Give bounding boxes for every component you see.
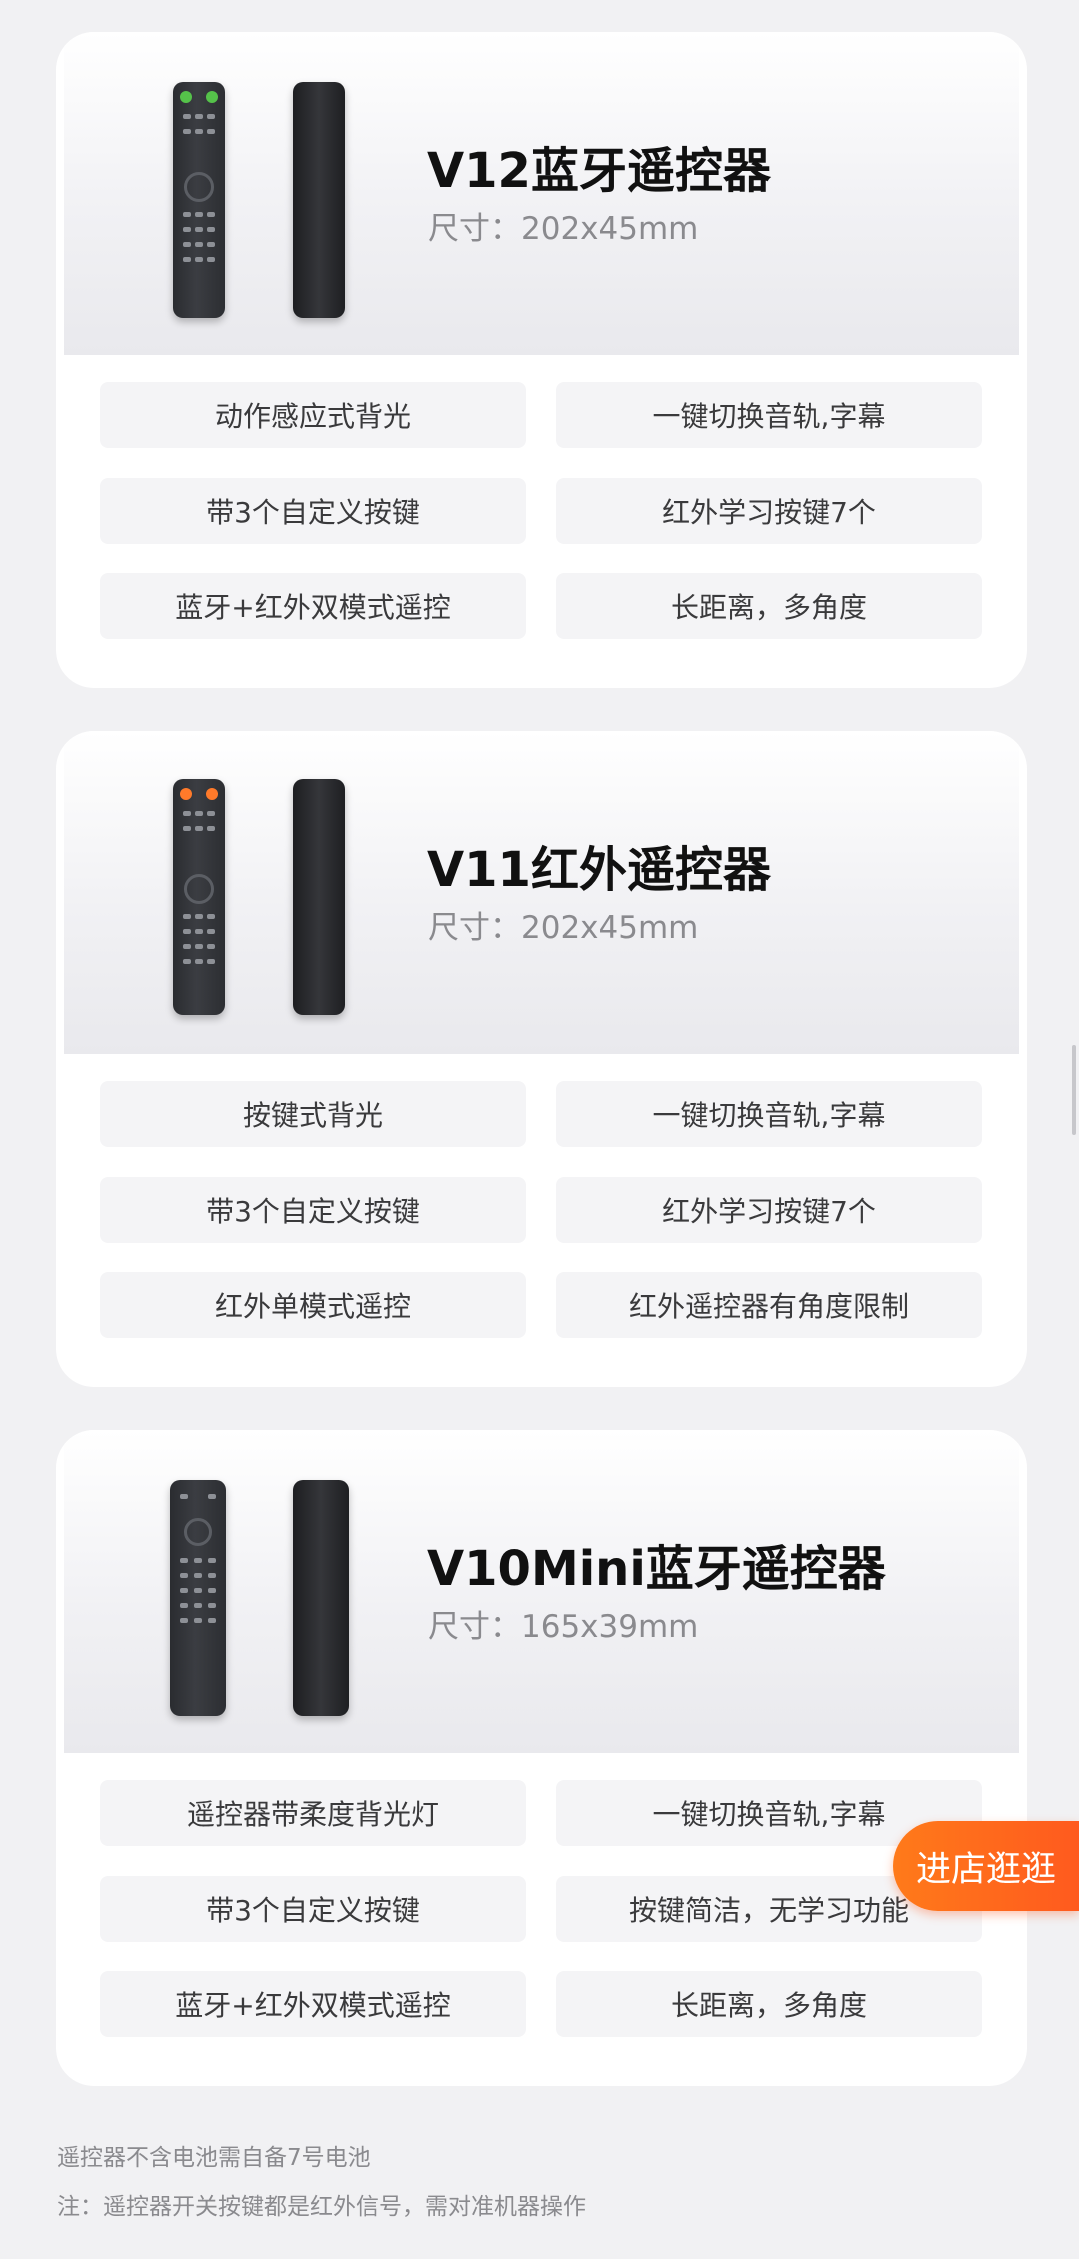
feature-tag: 动作感应式背光	[100, 382, 526, 448]
battery-note: 遥控器不含电池需自备7号电池	[57, 2145, 371, 2171]
feature-tag: 长距离，多角度	[556, 573, 982, 639]
feature-tag: 蓝牙+红外双模式遥控	[100, 573, 526, 639]
feature-tag: 一键切换音轨,字幕	[556, 382, 982, 448]
remote-back-image	[293, 779, 345, 1015]
product-title: V12蓝牙遥控器	[427, 143, 771, 199]
dpad-icon	[184, 172, 214, 202]
power-button-icon	[180, 91, 192, 103]
feature-tag: 带3个自定义按键	[100, 478, 526, 544]
feature-tag: 长距离，多角度	[556, 1971, 982, 2037]
product-size: 尺寸：202x45mm	[428, 910, 699, 946]
feature-tag: 带3个自定义按键	[100, 1876, 526, 1942]
dpad-icon	[184, 874, 214, 904]
dpad-icon	[184, 1518, 212, 1546]
remote-front-image	[173, 82, 225, 318]
feature-tag: 红外遥控器有角度限制	[556, 1272, 982, 1338]
feature-tag: 按键式背光	[100, 1081, 526, 1147]
product-card-v12: V12蓝牙遥控器 尺寸：202x45mm 动作感应式背光 一键切换音轨,字幕 带…	[56, 32, 1027, 688]
product-title: V10Mini蓝牙遥控器	[427, 1541, 886, 1597]
feature-tag: 红外学习按键7个	[556, 1177, 982, 1243]
feature-tag: 红外学习按键7个	[556, 478, 982, 544]
feature-tag: 遥控器带柔度背光灯	[100, 1780, 526, 1846]
remote-front-image	[173, 779, 225, 1015]
product-title: V11红外遥控器	[427, 842, 771, 898]
scrollbar[interactable]	[1072, 1045, 1076, 1135]
product-size: 尺寸：202x45mm	[428, 211, 699, 247]
feature-tag: 蓝牙+红外双模式遥控	[100, 1971, 526, 2037]
power-note: 注：遥控器开关按键都是红外信号，需对准机器操作	[57, 2194, 586, 2220]
feature-tag: 一键切换音轨,字幕	[556, 1081, 982, 1147]
remote-back-image	[293, 1480, 349, 1716]
product-card-v10mini: V10Mini蓝牙遥控器 尺寸：165x39mm 遥控器带柔度背光灯 一键切换音…	[56, 1430, 1027, 2086]
input-button-icon	[206, 91, 218, 103]
feature-tag: 红外单模式遥控	[100, 1272, 526, 1338]
remote-back-image	[293, 82, 345, 318]
remote-front-image	[170, 1480, 226, 1716]
feature-tag: 带3个自定义按键	[100, 1177, 526, 1243]
visit-store-button[interactable]: 进店逛逛	[893, 1821, 1079, 1911]
input-button-icon	[206, 788, 218, 800]
power-button-icon	[180, 788, 192, 800]
product-size: 尺寸：165x39mm	[428, 1609, 699, 1645]
product-card-v11: V11红外遥控器 尺寸：202x45mm 按键式背光 一键切换音轨,字幕 带3个…	[56, 731, 1027, 1387]
